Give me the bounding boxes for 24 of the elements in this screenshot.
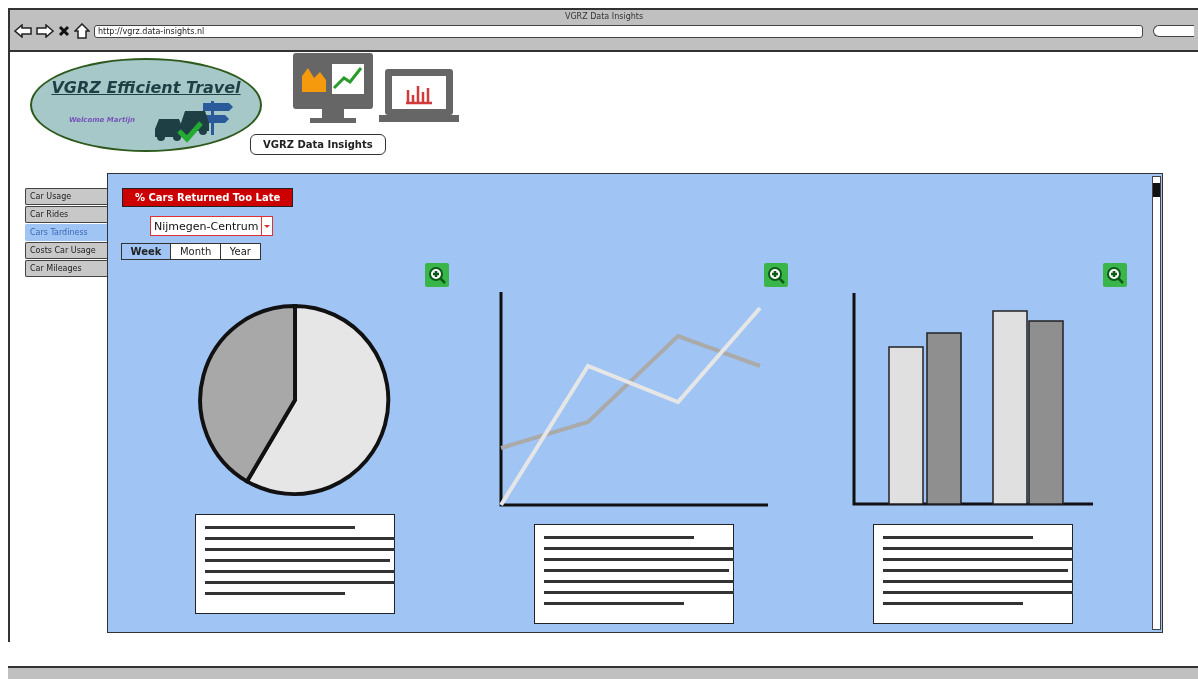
period-tab[interactable]: Week <box>120 243 172 260</box>
zoom-in-icon[interactable] <box>763 262 789 288</box>
back-icon[interactable] <box>14 24 32 38</box>
sidebar-tab[interactable]: Car Usage <box>25 188 107 205</box>
location-dropdown[interactable]: Nijmegen-Centrum <box>150 216 274 236</box>
close-icon[interactable] <box>58 25 70 37</box>
caret-icon <box>261 217 273 235</box>
search-field[interactable] <box>1153 25 1194 37</box>
logo-title: VGRZ Efficient Travel <box>51 78 241 97</box>
sidebar-tab[interactable]: Costs Car Usage <box>25 242 107 259</box>
report-title: % Cars Returned Too Late <box>122 188 294 207</box>
speech-bubble: VGRZ Data Insights <box>250 134 386 155</box>
period-tab[interactable]: Month <box>169 243 222 260</box>
forward-icon[interactable] <box>36 24 54 38</box>
zoom-in-icon[interactable] <box>1102 262 1128 288</box>
home-icon[interactable] <box>74 23 90 39</box>
zoom-in-icon[interactable] <box>424 262 450 288</box>
sidebar-tab[interactable]: Car Mileages <box>25 260 107 277</box>
laptop-chart-icon <box>378 68 460 124</box>
window-title: VGRZ Data Insights <box>563 12 645 21</box>
sidebar-tab[interactable]: Car Rides <box>25 206 107 223</box>
address-field[interactable]: http://vgrz.data-insights.nl <box>94 24 1143 38</box>
period-tab[interactable]: Year <box>219 243 261 260</box>
scrollbar[interactable] <box>1152 176 1161 630</box>
